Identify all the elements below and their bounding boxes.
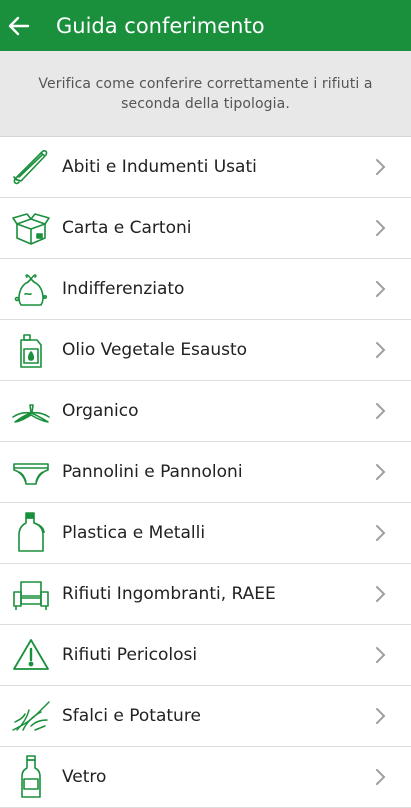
list-item-label: Carta e Cartoni — [62, 218, 192, 238]
chevron-right-icon — [376, 220, 386, 236]
diaper-icon — [11, 449, 51, 495]
banana-peel-icon — [11, 388, 51, 434]
glass-bottle-icon — [11, 754, 51, 800]
list-item-pericolosi[interactable]: Rifiuti Pericolosi — [0, 625, 411, 686]
page-title: Guida conferimento — [56, 13, 265, 38]
cardboard-box-icon — [11, 205, 51, 251]
chevron-right-icon — [376, 464, 386, 480]
list-item-label: Olio Vegetale Esausto — [62, 340, 248, 360]
list-item-label: Organico — [62, 401, 139, 421]
list-item-indifferenziato[interactable]: Indifferenziato — [0, 259, 411, 320]
list-item-olio[interactable]: Olio Vegetale Esausto — [0, 320, 411, 381]
trash-bag-icon — [11, 266, 51, 312]
list-item-pannolini[interactable]: Pannolini e Pannoloni — [0, 442, 411, 503]
plastic-bottle-icon — [11, 510, 51, 556]
list-item-label: Indifferenziato — [62, 279, 185, 299]
chevron-right-icon — [376, 525, 386, 541]
list-item-sfalci[interactable]: Sfalci e Potature — [0, 686, 411, 747]
chevron-right-icon — [376, 403, 386, 419]
chevron-right-icon — [376, 159, 386, 175]
chevron-right-icon — [376, 647, 386, 663]
list-item-abiti[interactable]: Abiti e Indumenti Usati — [0, 137, 411, 198]
list-item-ingombranti[interactable]: Rifiuti Ingombranti, RAEE — [0, 564, 411, 625]
clothes-hanger-icon — [11, 144, 51, 190]
info-banner: Verifica come conferire correttamente i … — [0, 51, 411, 137]
arrow-left-icon — [8, 16, 30, 35]
list-item-vetro[interactable]: Vetro — [0, 747, 411, 808]
list-item-label: Pannolini e Pannoloni — [62, 462, 243, 482]
list-item-organico[interactable]: Organico — [0, 381, 411, 442]
list-item-carta[interactable]: Carta e Cartoni — [0, 198, 411, 259]
chevron-right-icon — [376, 342, 386, 358]
grass-clippings-icon — [11, 693, 51, 739]
back-button[interactable] — [0, 0, 38, 51]
list-item-label: Rifiuti Ingombranti, RAEE — [62, 584, 276, 604]
waste-category-list: Abiti e Indumenti Usati Carta e Cartoni — [0, 137, 411, 808]
list-item-label: Rifiuti Pericolosi — [62, 645, 198, 665]
list-item-label: Plastica e Metalli — [62, 523, 206, 543]
banner-text: Verifica come conferire correttamente i … — [38, 75, 373, 112]
armchair-icon — [11, 571, 51, 617]
list-item-plastica[interactable]: Plastica e Metalli — [0, 503, 411, 564]
warning-triangle-icon — [11, 632, 51, 678]
oil-jug-icon — [11, 327, 51, 373]
chevron-right-icon — [376, 281, 386, 297]
list-item-label: Abiti e Indumenti Usati — [62, 157, 257, 177]
app-bar: Guida conferimento — [0, 0, 411, 51]
list-item-label: Sfalci e Potature — [62, 706, 201, 726]
list-item-label: Vetro — [62, 767, 107, 787]
chevron-right-icon — [376, 708, 386, 724]
chevron-right-icon — [376, 769, 386, 785]
chevron-right-icon — [376, 586, 386, 602]
